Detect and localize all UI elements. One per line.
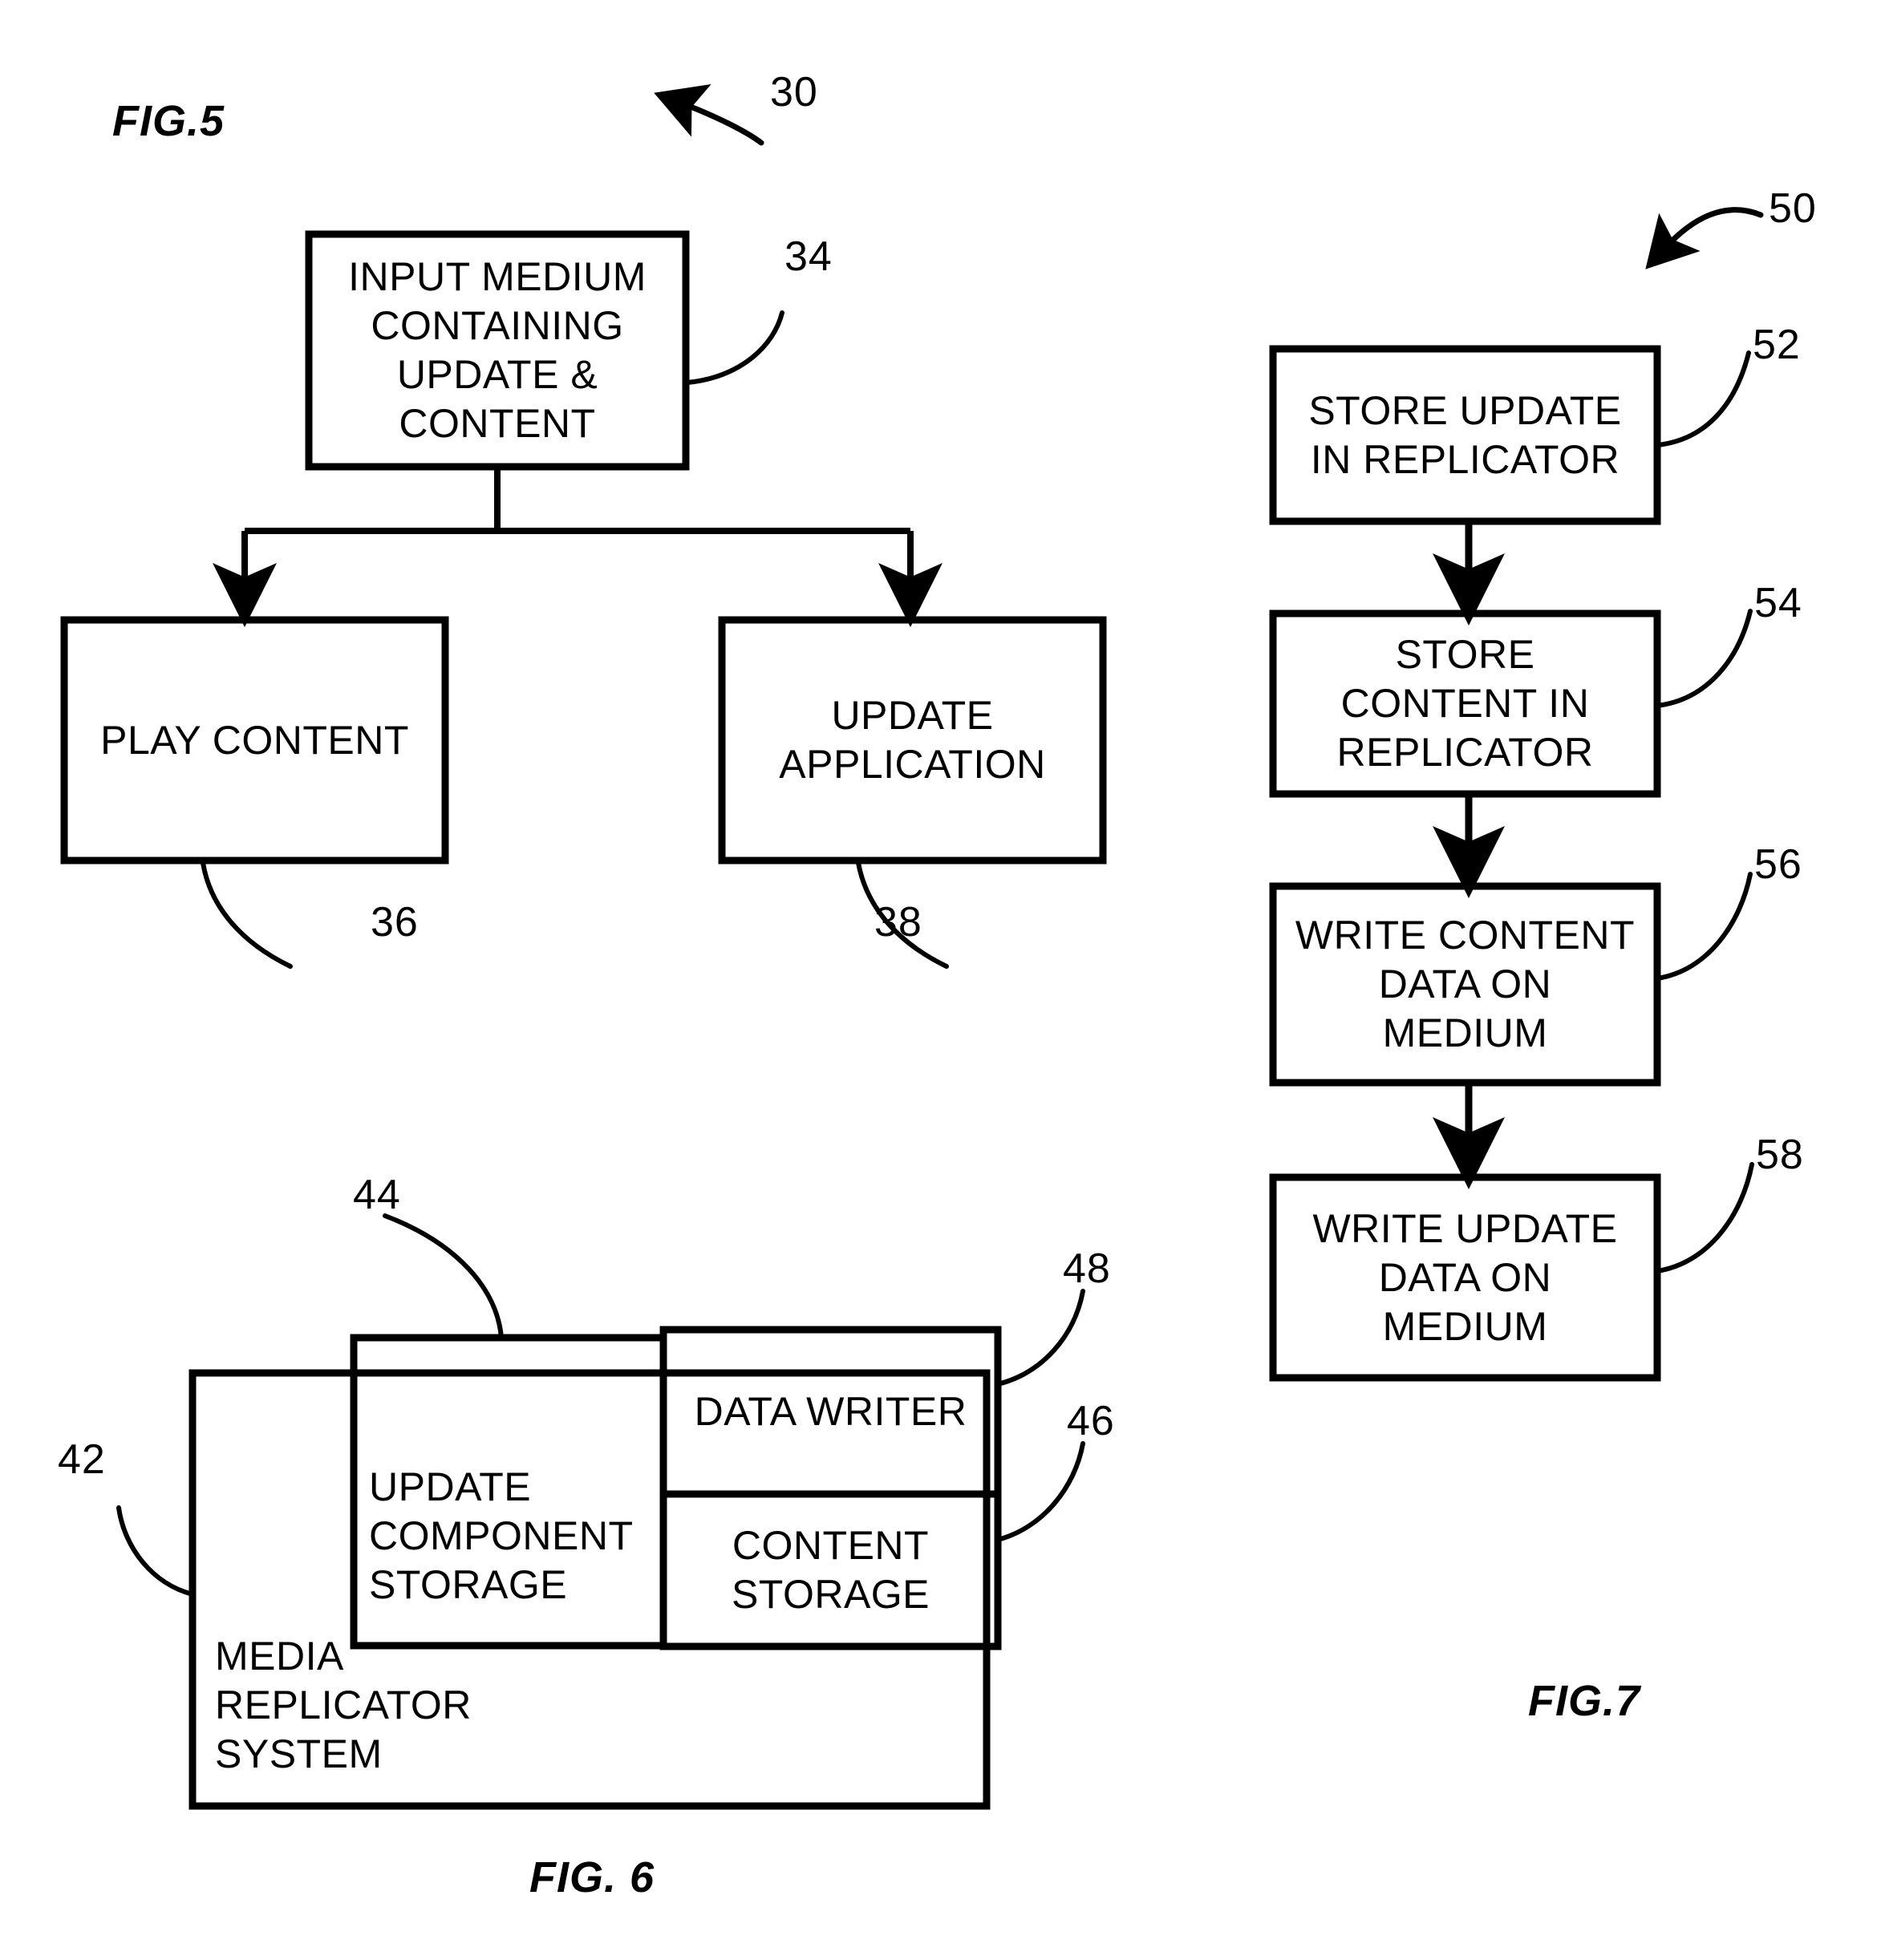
fig7-ref50-leader — [1645, 207, 1764, 269]
fig7-reference-54: 54 — [1754, 580, 1802, 626]
fig6-ref42-leader — [116, 1505, 195, 1597]
fig7-ref52-leader — [1655, 350, 1751, 447]
fig7-title: FIG.7 — [1528, 1677, 1641, 1725]
fig5-ref36-leader — [201, 861, 293, 969]
fig5-ref34-leader — [685, 310, 784, 385]
fig6-reference-46: 46 — [1067, 1398, 1115, 1444]
fig6-ref44-leader — [383, 1213, 504, 1340]
fig5-box-label-input-medium: INPUT MEDIUM CONTAINING UPDATE & CONTENT — [348, 254, 647, 446]
fig6-ref46-leader — [995, 1441, 1085, 1542]
fig7-ref56-leader — [1655, 872, 1753, 981]
fig5-reference-34: 34 — [784, 233, 833, 280]
fig7-reference-56: 56 — [1754, 841, 1802, 888]
patent-drawing-sheet: FIG.5 30 INPUT MEDIUM CONTAINING UPDATE … — [0, 0, 1877, 1960]
fig6-reference-42: 42 — [58, 1436, 106, 1483]
fig6-ref48-leader — [995, 1289, 1085, 1387]
fig6-reference-44: 44 — [353, 1172, 401, 1218]
fig7-reference-52: 52 — [1753, 322, 1801, 368]
fig6-box-label-update-component-storage: UPDATE COMPONENT STORAGE — [369, 1464, 634, 1607]
fig7-ref54-leader — [1655, 609, 1753, 708]
fig7-box-label-store-update: STORE UPDATE IN REPLICATOR — [1308, 387, 1622, 482]
fig6-reference-48: 48 — [1063, 1245, 1111, 1292]
fig7-reference-58: 58 — [1756, 1132, 1804, 1178]
fig7-box-label-write-content: WRITE CONTENT DATA ON MEDIUM — [1295, 913, 1636, 1055]
fig7-reference-50: 50 — [1769, 185, 1817, 232]
fig6-box-label-content-storage: CONTENT STORAGE — [731, 1523, 930, 1617]
fig5-reference-30: 30 — [770, 69, 818, 115]
fig7-ref58-leader — [1655, 1162, 1754, 1274]
fig5-box-label-update-application: UPDATE APPLICATION — [779, 693, 1046, 787]
fig5-reference-38: 38 — [874, 899, 922, 946]
fig6-title: FIG. 6 — [529, 1853, 655, 1901]
fig7-box-label-write-update: WRITE UPDATE DATA ON MEDIUM — [1312, 1205, 1618, 1349]
fig6-box-label-data-writer: DATA WRITER — [694, 1389, 967, 1434]
fig5-ref30-leader — [654, 84, 764, 146]
fig7-box-label-store-content: STORE CONTENT IN REPLICATOR — [1336, 632, 1594, 775]
fig5-split-connector — [213, 467, 943, 627]
fig6-box-label-media-replicator-system: MEDIA REPLICATOR SYSTEM — [215, 1634, 472, 1776]
fig5-reference-36: 36 — [371, 899, 419, 946]
fig5-box-label-play-content: PLAY CONTENT — [100, 717, 409, 763]
fig5-title: FIG.5 — [112, 97, 225, 145]
